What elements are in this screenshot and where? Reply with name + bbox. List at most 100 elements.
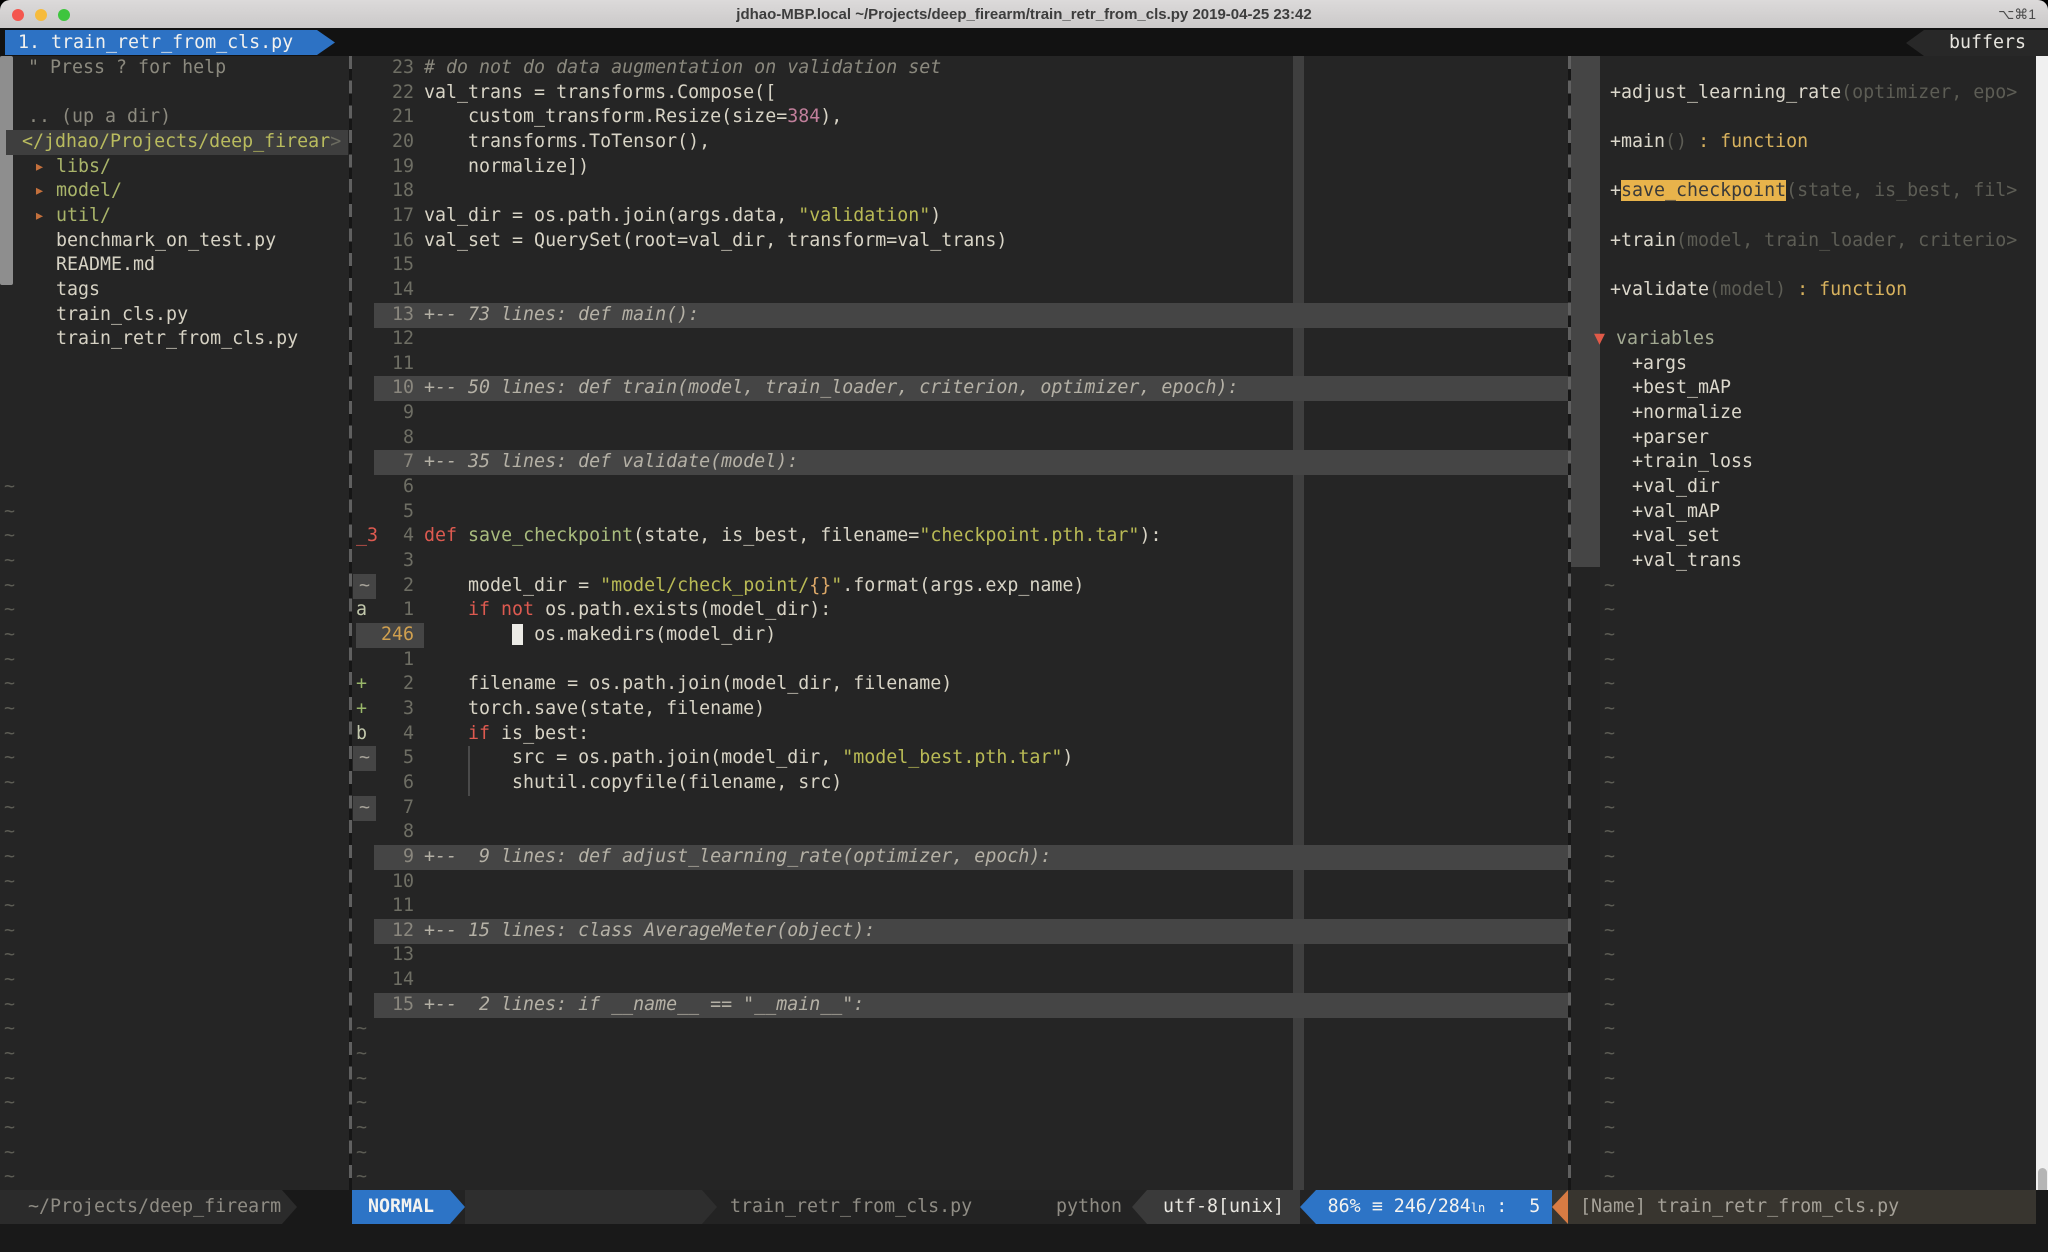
code-line[interactable]: os.makedirs(model_dir): [424, 623, 776, 648]
statusline-filename: train_retr_from_cls.py: [730, 1190, 972, 1224]
line-number: 5: [374, 746, 414, 771]
tilde-marker: ~: [4, 574, 15, 599]
color-column: [1293, 56, 1304, 1190]
label: .. (up a dir): [28, 106, 171, 127]
tilde-marker: ~: [356, 1067, 367, 1092]
window-separator-left[interactable]: [349, 56, 352, 1190]
tilde-marker: ~: [4, 598, 15, 623]
vim-command-line[interactable]: [0, 1224, 2048, 1252]
code-token: filename = os.path.join(model_dir, filen…: [424, 673, 952, 694]
line-number: 7: [374, 450, 414, 475]
fold-text[interactable]: +-- 35 lines: def validate(model):: [424, 450, 798, 475]
code-line[interactable]: if not os.path.exists(model_dir):: [424, 598, 831, 623]
tilde-marker: ~: [1604, 746, 1615, 771]
tagbar-variable-item[interactable]: +val_mAP: [1632, 500, 1720, 525]
tree-item-file[interactable]: README.md: [56, 253, 155, 278]
fold-text[interactable]: +-- 50 lines: def train(model, train_loa…: [424, 376, 1238, 401]
tagbar-variable-item[interactable]: +best_mAP: [1632, 376, 1731, 401]
code-line[interactable]: transforms.ToTensor(),: [424, 130, 710, 155]
tilde-marker: ~: [4, 845, 15, 870]
code-line[interactable]: src = os.path.join(model_dir, "model_bes…: [424, 746, 1073, 771]
buffers-label[interactable]: buffers: [1906, 30, 2048, 56]
code-line[interactable]: normalize]): [424, 155, 589, 180]
tilde-marker: ~: [1604, 697, 1615, 722]
tagbar-function-item[interactable]: +save_checkpoint(state, is_best, fil>: [1610, 179, 2017, 204]
line-number: 10: [374, 870, 414, 895]
statusline-encoding: utf-8[unix]: [1147, 1190, 1300, 1224]
tilde-marker: ~: [4, 524, 15, 549]
tagbar-function-item[interactable]: +adjust_learning_rate(optimizer, epo>: [1610, 81, 2017, 106]
code-line[interactable]: val_set = QuerySet(root=val_dir, transfo…: [424, 229, 1007, 254]
fold-text[interactable]: +-- 2 lines: if __name__ == "__main__":: [424, 993, 864, 1018]
tagbar-variable-item[interactable]: +normalize: [1632, 401, 1742, 426]
truncation-marker: >: [2006, 230, 2017, 251]
line-number: 17: [374, 204, 414, 229]
code-token: model_dir =: [424, 575, 600, 596]
tagbar-variable-item[interactable]: +val_dir: [1632, 475, 1720, 500]
tree-item-dir[interactable]: ▸ util/: [34, 204, 111, 229]
code-line[interactable]: torch.save(state, filename): [424, 697, 765, 722]
line-number: 1: [374, 648, 414, 673]
window-shortcut-badge: ⌥⌘1: [1998, 0, 2036, 28]
line-number: 1: [374, 598, 414, 623]
tree-item-file[interactable]: tags: [56, 278, 100, 303]
code-token: ):: [1139, 525, 1161, 546]
tag-signature: (model, train_loader, criterio: [1676, 230, 2006, 251]
tree-item-dir[interactable]: ▸ model/: [34, 179, 122, 204]
tree-item-file[interactable]: train_cls.py: [56, 303, 188, 328]
line-number: 6: [374, 475, 414, 500]
tree-root-label[interactable]: </jdhao/Projects/deep_firear>: [22, 130, 341, 155]
code-line[interactable]: filename = os.path.join(model_dir, filen…: [424, 672, 952, 697]
tagbar-kind-header[interactable]: ▼ variables: [1594, 327, 1715, 352]
line-number: 6: [374, 771, 414, 796]
tagbar-scrollbar-thumb[interactable]: [1571, 56, 1600, 567]
tagbar-function-item[interactable]: +train(model, train_loader, criterio>: [1610, 229, 2017, 254]
code-line[interactable]: def save_checkpoint(state, is_best, file…: [424, 524, 1161, 549]
tagbar-variable-item[interactable]: +args: [1632, 352, 1687, 377]
tree-item-file[interactable]: benchmark_on_test.py: [56, 229, 276, 254]
tree-item-dir[interactable]: ▸ libs/: [34, 155, 111, 180]
tab-train-retr-from-cls[interactable]: 1. train_retr_from_cls.py: [5, 30, 335, 55]
tilde-marker: ~: [4, 993, 15, 1018]
sign-added: +: [356, 672, 367, 697]
tagbar-variable-item[interactable]: +parser: [1632, 426, 1709, 451]
tilde-marker: ~: [4, 746, 15, 771]
tag-signature: (): [1665, 131, 1687, 152]
tree-file-label: benchmark_on_test.py: [56, 230, 276, 251]
code-line[interactable]: if is_best:: [424, 722, 589, 747]
tree-up-dir[interactable]: .. (up a dir): [28, 105, 171, 130]
code-line[interactable]: # do not do data augmentation on validat…: [424, 56, 941, 81]
sign-modified: ~: [353, 746, 376, 771]
tilde-marker: ~: [1604, 919, 1615, 944]
tilde-marker: ~: [1604, 870, 1615, 895]
tree-item-file[interactable]: train_retr_from_cls.py: [56, 327, 298, 352]
fold-text[interactable]: +-- 9 lines: def adjust_learning_rate(op…: [424, 845, 1051, 870]
code-line[interactable]: model_dir = "model/check_point/{}".forma…: [424, 574, 1084, 599]
fold-text[interactable]: +-- 15 lines: class AverageMeter(object)…: [424, 919, 875, 944]
line-number: 9: [374, 845, 414, 870]
tag-signature: (optimizer, epo: [1841, 82, 2006, 103]
sign-mark: a: [356, 598, 367, 623]
nerdtree-scrollbar-thumb[interactable]: [0, 56, 13, 285]
tagbar-variable-item[interactable]: +val_trans: [1632, 549, 1742, 574]
sign-modified: ~: [353, 796, 376, 821]
tagbar-variable-item[interactable]: +val_set: [1632, 524, 1720, 549]
line-number: 15: [374, 993, 414, 1018]
code-token: [424, 599, 468, 620]
tree-file-label: README.md: [56, 254, 155, 275]
code-token: val_trans = transforms.Compose([: [424, 82, 776, 103]
tagbar-variable-item[interactable]: +train_loss: [1632, 450, 1753, 475]
code-line[interactable]: shutil.copyfile(filename, src): [424, 771, 842, 796]
tagbar-function-item[interactable]: +validate(model) : function: [1610, 278, 1907, 303]
editor-scrollbar-track[interactable]: [2036, 56, 2048, 1252]
tag-name: adjust_learning_rate: [1621, 82, 1841, 103]
cursor-block: [512, 624, 523, 645]
code-line[interactable]: val_dir = os.path.join(args.data, "valid…: [424, 204, 941, 229]
code-token: {}: [809, 575, 831, 596]
tag-signature: (model): [1709, 279, 1786, 300]
code-line[interactable]: val_trans = transforms.Compose([: [424, 81, 776, 106]
tagbar-function-item[interactable]: +main() : function: [1610, 130, 1808, 155]
code-token: (state, is_best, filename=: [633, 525, 919, 546]
code-line[interactable]: custom_transform.Resize(size=384),: [424, 105, 842, 130]
fold-text[interactable]: +-- 73 lines: def main():: [424, 303, 699, 328]
